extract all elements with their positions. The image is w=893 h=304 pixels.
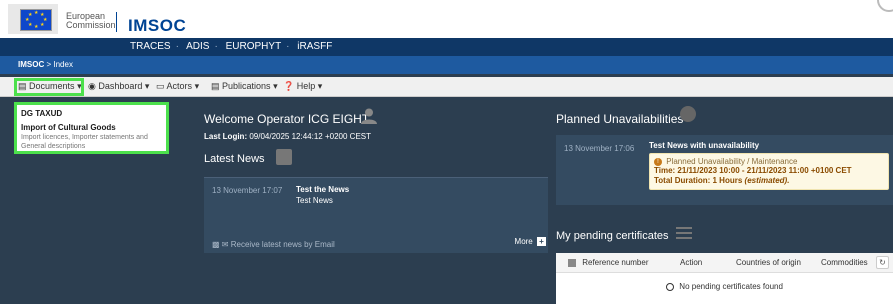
caret-down-icon: ▾ [273,81,278,91]
user-icon [361,108,377,124]
planned-duration: Total Duration: 1 Hours (estimated). [654,176,884,186]
system-link-adis[interactable]: ADIS [186,41,209,52]
system-link-traces[interactable]: TRACES [130,41,171,52]
dashboard-icon: ◉ [88,81,96,91]
welcome-title: Welcome Operator ICG EIGHT [204,112,370,126]
caret-down-icon: ▾ [144,81,150,91]
receive-news-label: Receive latest news by Email [230,240,335,249]
menu-help-label: Help [296,81,316,91]
envelope-icon: ✉ [221,240,229,249]
menu-actors-label: Actors [166,81,193,91]
commission-name: European Commission [66,12,116,30]
last-login-value: 09/04/2025 12:44:12 +0200 CEST [249,132,371,141]
id-card-icon: ▭ [156,81,165,91]
news-panel: 13 November 17:07 Test the News Test New… [204,177,548,253]
caret-down-icon: ▾ [317,81,323,91]
rss-icon: ▩ [212,240,220,249]
empty-state: No pending certificates found [556,282,893,291]
publication-icon: ▤ [211,81,220,91]
system-separator: · [175,41,179,52]
breadcrumb-separator: > [46,60,52,69]
planned-panel: 13 November 17:06 Test News with unavail… [556,135,893,205]
globe-icon [680,106,696,122]
planned-time: Time: 21/11/2023 10:00 - 21/11/2023 11:0… [654,166,852,175]
planned-headline[interactable]: Test News with unavailability [649,141,759,150]
main-menu: ▤ Documents ▾ ◉ Dashboard ▾ ▭ Actors ▾ ▤… [0,77,893,97]
menu-dashboard[interactable]: ◉ Dashboard ▾ [88,81,149,92]
newspaper-icon [276,149,292,165]
planned-date: 13 November 17:06 [564,144,635,153]
systems-bar: TRACES · ADIS · EUROPHYT · iRASFF [0,38,893,56]
logo-divider [116,12,117,32]
menu-help[interactable]: ❓ Help ▾ [283,81,322,92]
menu-dashboard-label: Dashboard [98,81,143,91]
help-icon: ❓ [283,81,295,91]
column-reference-label: Reference number [582,258,649,267]
planned-duration-label: Total Duration: 1 Hours [654,176,743,185]
news-title[interactable]: Test the News [296,185,349,194]
planned-unavailabilities-title: Planned Unavailabilities [556,112,684,126]
breadcrumb: IMSOC > Index [0,56,893,74]
corner-badge-icon [877,0,893,12]
column-commodities[interactable]: Commodities [821,258,868,267]
breadcrumb-root[interactable]: IMSOC [18,60,44,69]
dropdown-item-cultural-goods[interactable]: Import of Cultural Goods Import licences… [21,123,162,151]
eu-flag-icon: ★ ★ ★ ★ ★ ★ ★ ★ [20,9,52,31]
commission-line-2: Commission [66,20,116,30]
menu-publications[interactable]: ▤ Publications ▾ [211,81,278,92]
receive-news-email-link[interactable]: ▩ ✉ Receive latest news by Email [212,240,335,249]
system-link-europhyt[interactable]: EUROPHYT [226,41,282,52]
breadcrumb-current: Index [53,60,73,69]
system-separator: · [214,41,218,52]
more-news-button[interactable]: More + [515,237,546,246]
warning-icon: ! [654,157,662,166]
menu-actors[interactable]: ▭ Actors ▾ [156,81,199,92]
documents-dropdown: DG TAXUD Import of Cultural Goods Import… [14,102,169,154]
column-reference-number[interactable]: Reference number [568,258,649,267]
select-all-icon [568,258,576,267]
refresh-icon[interactable]: ↻ [876,256,889,269]
last-login-label: Last Login: [204,132,248,141]
pending-certificates-title: My pending certificates [556,230,669,242]
column-action[interactable]: Action [680,258,702,267]
plus-icon: + [537,237,546,246]
caret-down-icon: ▾ [194,81,200,91]
dropdown-item-title: Import of Cultural Goods [21,123,116,132]
dropdown-item-description: Import licences, Importer statements and… [21,134,148,150]
last-login: Last Login: 09/04/2025 12:44:12 +0200 CE… [204,132,371,141]
empty-state-label: No pending certificates found [679,282,783,291]
documents-highlight [14,78,84,96]
list-icon [676,224,692,240]
planned-duration-note: (estimated). [744,176,790,185]
planned-alert: ! Planned Unavailability / Maintenance T… [649,153,889,190]
top-header: ★ ★ ★ ★ ★ ★ ★ ★ European Commission IMSO… [0,0,893,38]
news-date: 13 November 17:07 [212,186,283,195]
ban-icon [666,282,675,291]
system-separator: · [286,41,290,52]
dropdown-group-header: DG TAXUD [21,109,63,118]
planned-tag-label: Planned Unavailability / Maintenance [666,157,798,166]
more-news-label: More [514,237,533,246]
column-countries-of-origin[interactable]: Countries of origin [736,258,801,267]
table-header: Reference number Action Countries of ori… [556,253,893,273]
planned-tag: ! Planned Unavailability / Maintenance [654,157,884,166]
menu-publications-label: Publications [222,81,271,91]
system-link-irasff[interactable]: iRASFF [297,41,332,52]
pending-certificates-table: Reference number Action Countries of ori… [556,253,893,304]
news-body: Test News [296,196,333,205]
latest-news-title: Latest News [204,153,265,165]
app-title[interactable]: IMSOC [128,16,186,36]
